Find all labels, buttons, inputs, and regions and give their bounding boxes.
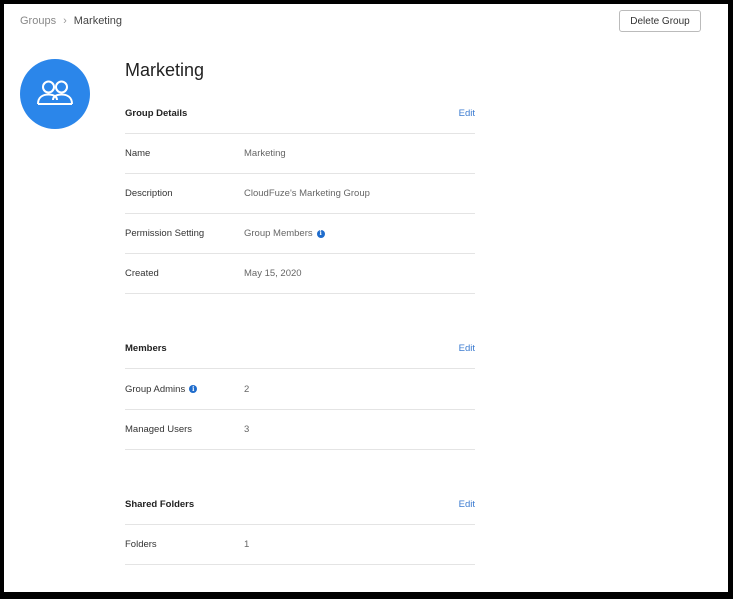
page-title: Marketing [125,60,205,80]
section-header: Members Edit [125,329,475,369]
row-value: 2 [244,383,250,395]
group-avatar [20,59,90,129]
info-icon[interactable]: i [189,385,198,393]
section-title: Shared Folders [125,499,195,510]
group-detail-page: Groups › Marketing Delete Group Marketin… [4,4,728,592]
detail-row-created: Created May 15, 2020 [125,254,475,294]
chevron-right-icon: › [63,15,67,27]
row-label: Permission Setting [125,228,205,239]
row-label: Managed Users [125,424,193,435]
members-row-group-admins: Group Admins i 2 [125,369,475,410]
section-title: Group Details [125,108,188,119]
row-value: 3 [244,424,250,435]
section-header: Group Details Edit [125,94,475,134]
row-value: 1 [244,539,250,550]
shared-folders-section: Shared Folders Edit Folders 1 [125,485,475,565]
breadcrumb-groups-link[interactable]: Groups [20,15,56,27]
edit-shared-folders-link[interactable]: Edit [459,499,475,510]
delete-group-button[interactable]: Delete Group [619,10,701,32]
detail-row-description: Description CloudFuze's Marketing Group [125,174,475,214]
edit-members-link[interactable]: Edit [459,343,475,354]
edit-group-details-link[interactable]: Edit [459,108,475,119]
members-section: Members Edit Group Admins i 2 Managed Us… [125,329,475,450]
group-icon [37,80,73,105]
info-icon[interactable]: i [316,229,325,238]
group-admins-label-text: Group Admins [125,383,186,395]
row-label: Description [125,188,173,199]
section-header: Shared Folders Edit [125,485,475,525]
row-value: Group Members i [244,228,325,239]
section-title: Members [125,343,167,354]
members-row-managed-users: Managed Users 3 [125,410,475,450]
row-value: Marketing [244,148,286,159]
row-label: Folders [125,539,157,550]
row-label: Created [125,268,159,279]
breadcrumb-current: Marketing [73,15,123,27]
row-value: CloudFuze's Marketing Group [244,188,370,199]
row-value: May 15, 2020 [244,268,302,279]
detail-row-name: Name Marketing [125,134,475,174]
row-label: Group Admins i [125,384,244,395]
breadcrumb: Groups › Marketing [20,15,122,27]
row-label: Name [125,148,151,159]
group-details-section: Group Details Edit Name Marketing Descri… [125,94,475,294]
folders-row: Folders 1 [125,525,475,565]
detail-row-permission: Permission Setting Group Members i [125,214,475,254]
permission-value-text: Group Members [244,228,313,239]
